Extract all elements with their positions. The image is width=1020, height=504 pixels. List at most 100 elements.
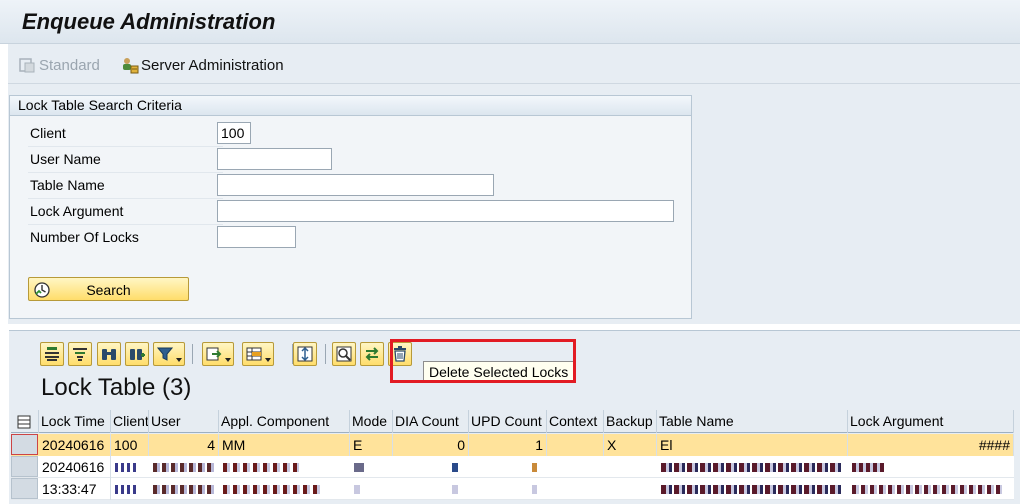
select-all-cell[interactable] (11, 410, 39, 433)
divider (28, 146, 223, 147)
redacted-value (223, 485, 323, 494)
lock-table-grid: Lock Time Client User Appl. Component Mo… (11, 410, 1014, 504)
find-icon (102, 349, 116, 360)
lock-argument-label: Lock Argument (30, 203, 124, 219)
layout-button[interactable] (242, 342, 274, 366)
cell-table-name: El (657, 434, 848, 456)
filter-icon (157, 347, 173, 361)
redacted-value (852, 463, 884, 472)
grid-settings-icon (17, 415, 31, 429)
client-label: Client (30, 125, 66, 141)
refresh-button[interactable] (332, 342, 356, 366)
cell-lock-time: 20240616 (39, 456, 111, 478)
column-header-backup[interactable]: Backup (604, 410, 657, 433)
server-administration-label: Server Administration (141, 56, 284, 74)
column-header-appl-component[interactable]: Appl. Component (219, 410, 350, 433)
row-selector[interactable] (11, 456, 38, 477)
column-header-context[interactable]: Context (547, 410, 604, 433)
find-button[interactable] (97, 342, 121, 366)
standard-button[interactable]: Standard (18, 54, 100, 76)
redacted-value (223, 463, 299, 472)
search-button[interactable]: Search (28, 277, 189, 301)
details-button[interactable] (40, 342, 64, 366)
redacted-value (661, 485, 841, 494)
cell-user: 4 (149, 434, 219, 456)
redacted-value (661, 463, 841, 472)
cell-lock-argument: #### (848, 434, 1014, 456)
find-next-button[interactable] (125, 342, 149, 366)
redacted-value (532, 485, 537, 494)
table-name-input[interactable] (217, 174, 494, 196)
number-of-locks-label: Number Of Locks (30, 229, 139, 245)
column-header-lock-argument[interactable]: Lock Argument (848, 410, 1014, 433)
number-of-locks-input[interactable] (217, 226, 296, 248)
cell-mode: E (350, 434, 393, 456)
redacted-value (532, 463, 537, 472)
page-title: Enqueue Administration (22, 9, 276, 34)
server-admin-icon (120, 56, 139, 74)
column-header-dia-count[interactable]: DIA Count (393, 410, 469, 433)
annotation-highlight-box (390, 339, 576, 383)
details-icon (45, 347, 59, 361)
application-toolbar: Standard Server Administration (8, 44, 1020, 84)
select-layout-icon (73, 348, 87, 361)
redacted-value (852, 485, 1002, 494)
title-bar: Enqueue Administration (0, 0, 1020, 44)
cell-appl-component: MM (219, 434, 350, 456)
column-header-mode[interactable]: Mode (350, 410, 393, 433)
filter-button[interactable] (153, 342, 185, 366)
cell-client: 100 (111, 434, 149, 456)
redacted-value (452, 463, 458, 472)
transfer-icon (365, 347, 379, 361)
search-criteria-panel: Lock Table Search Criteria Client User N… (9, 95, 692, 319)
client-input[interactable] (217, 122, 251, 144)
cell-lock-time: 13:33:47 (39, 478, 111, 500)
cell-upd-count: 1 (469, 434, 547, 456)
row-selector[interactable] (11, 434, 38, 455)
layout-icon (246, 347, 262, 361)
divider (28, 224, 223, 225)
row-selector[interactable] (11, 478, 38, 499)
find-next-icon (130, 349, 145, 360)
table-header-row: Lock Time Client User Appl. Component Mo… (11, 410, 1014, 433)
column-header-table-name[interactable]: Table Name (657, 410, 848, 433)
server-administration-button[interactable]: Server Administration (120, 54, 284, 76)
redacted-value (452, 485, 458, 494)
refresh-icon (336, 346, 352, 362)
redacted-value (153, 463, 215, 472)
column-header-client[interactable]: Client (111, 410, 149, 433)
redacted-value (354, 485, 360, 494)
user-name-label: User Name (30, 151, 101, 167)
standard-icon (18, 56, 36, 74)
lock-argument-input[interactable] (217, 200, 674, 222)
select-layout-button[interactable] (68, 342, 92, 366)
search-label: Search (86, 282, 131, 298)
cell-context (547, 434, 604, 456)
cell-lock-time: 20240616 (39, 434, 111, 456)
table-row[interactable]: 20240616 (11, 456, 1014, 478)
cell-backup: X (604, 434, 657, 456)
column-header-upd-count[interactable]: UPD Count (469, 410, 547, 433)
redacted-value (354, 463, 364, 472)
table-name-label: Table Name (30, 177, 105, 193)
column-header-lock-time[interactable]: Lock Time (39, 410, 111, 433)
column-header-user[interactable]: User (149, 410, 219, 433)
toolbar-divider (325, 344, 326, 364)
divider (28, 198, 223, 199)
redacted-value (153, 485, 215, 494)
optimize-width-button[interactable] (293, 342, 317, 366)
transfer-button[interactable] (360, 342, 384, 366)
table-row[interactable]: 13:33:47 (11, 478, 1014, 500)
user-name-input[interactable] (217, 148, 332, 170)
table-row[interactable]: 20240616 100 4 MM E 0 1 X El #### (11, 434, 1014, 456)
optimize-width-icon (297, 346, 313, 362)
toolbar-divider (192, 344, 193, 364)
standard-label: Standard (39, 56, 100, 74)
search-criteria-title: Lock Table Search Criteria (10, 96, 691, 116)
export-icon (206, 347, 222, 361)
divider (28, 172, 223, 173)
export-button[interactable] (202, 342, 234, 366)
redacted-value (115, 485, 137, 494)
cell-dia-count: 0 (393, 434, 469, 456)
lock-table-title: Lock Table (3) (41, 374, 192, 401)
